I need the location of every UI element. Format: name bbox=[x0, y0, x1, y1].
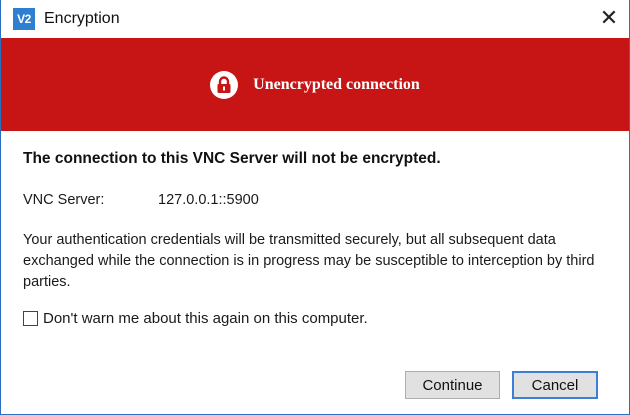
encryption-dialog: V2 Encryption ✕ Unencrypted connection T… bbox=[0, 0, 630, 415]
warning-banner: Unencrypted connection bbox=[1, 38, 629, 131]
continue-button[interactable]: Continue bbox=[405, 371, 500, 399]
server-label: VNC Server: bbox=[23, 192, 105, 208]
dont-warn-checkbox-label[interactable]: Don't warn me about this again on this c… bbox=[43, 310, 368, 327]
close-icon: ✕ bbox=[599, 5, 619, 30]
headline: The connection to this VNC Server will n… bbox=[23, 150, 441, 167]
dialog-content: The connection to this VNC Server will n… bbox=[1, 150, 629, 327]
description-text: Your authentication credentials will be … bbox=[23, 232, 595, 290]
button-row: Continue Cancel bbox=[405, 371, 598, 399]
lock-icon bbox=[210, 70, 239, 99]
server-row: VNC Server: 127.0.0.1::5900 bbox=[23, 192, 607, 208]
vnc-viewer-app-icon: V2 bbox=[13, 8, 35, 30]
dont-warn-checkbox[interactable] bbox=[23, 311, 38, 326]
window-title: Encryption bbox=[44, 10, 120, 27]
close-button[interactable]: ✕ bbox=[595, 4, 623, 32]
banner-text: Unencrypted connection bbox=[253, 75, 420, 93]
cancel-button[interactable]: Cancel bbox=[512, 371, 598, 399]
title-bar: V2 Encryption ✕ bbox=[1, 0, 629, 38]
server-value: 127.0.0.1::5900 bbox=[158, 192, 259, 208]
dont-warn-checkbox-row[interactable]: Don't warn me about this again on this c… bbox=[23, 310, 607, 327]
